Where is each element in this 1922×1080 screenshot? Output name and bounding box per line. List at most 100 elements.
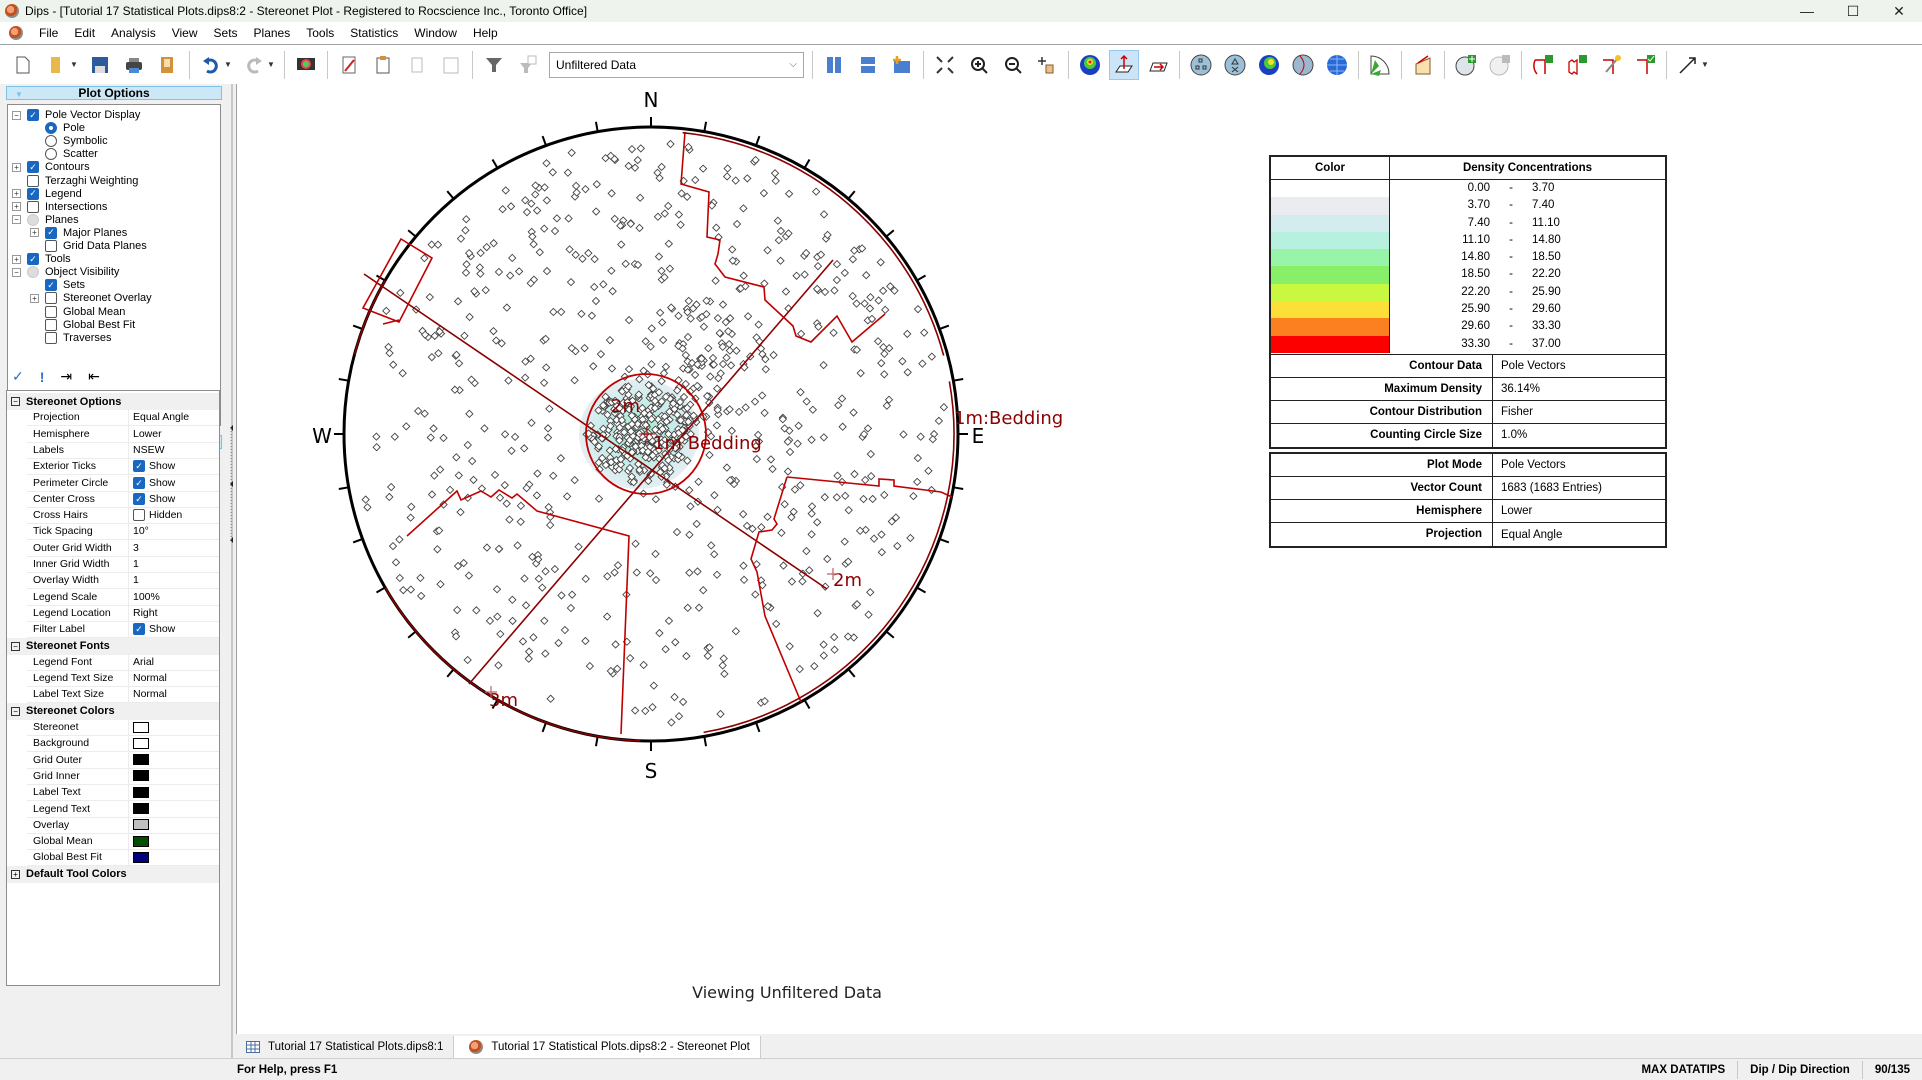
property-value[interactable]: Normal [129, 670, 219, 686]
stereonet-canvas[interactable]: N S E W 1m:Bedding 1m Bedding 2m 2m 3m Color Den… [236, 84, 1922, 1034]
color-swatch[interactable] [133, 835, 149, 847]
property-value[interactable]: ✓ Show [129, 475, 219, 491]
auto-set-button[interactable] [1596, 50, 1626, 80]
property-inner-grid-width[interactable]: Inner Grid Width 1 [27, 556, 219, 573]
color-swatch[interactable] [133, 786, 149, 798]
major-planes-button[interactable] [1288, 50, 1318, 80]
export-settings-icon[interactable]: ⇥ [60, 368, 72, 385]
checkbox[interactable]: ✓ [133, 476, 145, 489]
menu-file[interactable]: File [31, 26, 66, 40]
add-tool-button[interactable] [1451, 50, 1481, 80]
dip-vector-button[interactable] [1143, 50, 1173, 80]
property-filter-label[interactable]: Filter Label ✓ Show [27, 621, 219, 639]
clipboard-button[interactable] [368, 50, 398, 80]
zoom-out-button[interactable] [998, 50, 1028, 80]
property-background[interactable]: Background [27, 735, 219, 753]
collapse-icon[interactable]: − [11, 641, 20, 651]
property-grid-inner[interactable]: Grid Inner [27, 767, 219, 785]
property-label-text[interactable]: Label Text [27, 784, 219, 802]
undo-button[interactable] [196, 50, 226, 80]
color-swatch[interactable] [133, 770, 149, 782]
menu-sets[interactable]: Sets [206, 26, 246, 40]
category-stereonet-options[interactable]: − Stereonet Options [7, 393, 219, 410]
minimize-button[interactable]: — [1784, 0, 1830, 22]
open-button[interactable] [42, 50, 72, 80]
property-global-best-fit[interactable]: Global Best Fit [27, 849, 219, 867]
property-center-cross[interactable]: Center Cross ✓ Show [27, 490, 219, 508]
add-plane-button[interactable] [1408, 50, 1438, 80]
tile-horizontal-button[interactable] [853, 50, 883, 80]
checkbox[interactable] [45, 331, 57, 344]
filter-button[interactable] [479, 50, 509, 80]
menu-help[interactable]: Help [465, 26, 506, 40]
expand-icon[interactable]: + [12, 189, 21, 199]
property-outer-grid-width[interactable]: Outer Grid Width 3 [27, 539, 219, 557]
property-value[interactable]: 1 [129, 572, 219, 588]
menu-tools[interactable]: Tools [298, 26, 342, 40]
filter-select[interactable]: Unfiltered Data ⌵ [549, 51, 804, 78]
import-settings-icon[interactable]: ⇤ [88, 368, 100, 385]
property-label-text-size[interactable]: Label Text Size Normal [27, 686, 219, 704]
tile-vertical-button[interactable] [819, 50, 849, 80]
property-overlay-width[interactable]: Overlay Width 1 [27, 572, 219, 590]
property-value[interactable] [129, 849, 219, 865]
warning-icon[interactable]: ! [40, 369, 45, 385]
property-value[interactable]: Arial [129, 654, 219, 670]
color-swatch[interactable] [133, 754, 149, 766]
property-value[interactable]: ✓ Show [129, 458, 219, 474]
tree-item-traverses[interactable]: Traverses [30, 330, 112, 346]
property-stereonet[interactable]: Stereonet [27, 719, 219, 736]
property-global-mean[interactable]: Global Mean [27, 833, 219, 851]
color-swatch[interactable] [133, 851, 149, 863]
property-value[interactable]: 1 [129, 556, 219, 572]
symbolic-plot-button[interactable] [1220, 50, 1250, 80]
expand-icon[interactable]: + [12, 202, 21, 212]
property-projection[interactable]: Projection Equal Angle [27, 409, 219, 427]
edit-set-button[interactable] [1630, 50, 1660, 80]
property-value[interactable]: Right [129, 605, 219, 621]
arrow-dropdown-icon[interactable]: ▼ [1701, 60, 1710, 69]
property-tick-spacing[interactable]: Tick Spacing 10° [27, 523, 219, 541]
property-grid-outer[interactable]: Grid Outer [27, 751, 219, 769]
tab-spreadsheet[interactable]: Tutorial 17 Statistical Plots.dips8:1 [236, 1036, 454, 1058]
property-value[interactable]: NSEW [129, 442, 219, 458]
property-value[interactable]: Normal [129, 686, 219, 702]
property-value[interactable]: 10° [129, 523, 219, 539]
checkbox[interactable] [133, 509, 145, 522]
property-value[interactable]: ✓ Show [129, 621, 219, 637]
redo-dropdown-icon[interactable]: ▼ [267, 60, 276, 69]
checkbox[interactable]: ✓ [133, 623, 145, 636]
property-legend-font[interactable]: Legend Font Arial [27, 653, 219, 671]
property-overlay[interactable]: Overlay [27, 816, 219, 834]
filter-options-button[interactable] [513, 50, 543, 80]
stereonet-overlay-button[interactable] [1322, 50, 1352, 80]
color-swatch[interactable] [133, 737, 149, 749]
property-legend-location[interactable]: Legend Location Right [27, 604, 219, 622]
edit-button[interactable] [334, 50, 364, 80]
property-value[interactable] [129, 719, 219, 735]
menu-view[interactable]: View [164, 26, 206, 40]
add-tool-gray-button[interactable] [1485, 50, 1515, 80]
property-value[interactable] [129, 768, 219, 784]
property-value[interactable]: Hidden [129, 507, 219, 523]
contour-plot-button[interactable] [1075, 50, 1105, 80]
zoom-in-button[interactable] [964, 50, 994, 80]
property-value[interactable] [129, 833, 219, 849]
category-stereonet-colors[interactable]: − Stereonet Colors [7, 702, 219, 720]
plot-options-header[interactable]: ▼ Plot Options [6, 86, 222, 100]
tab-stereonet-plot[interactable]: Tutorial 17 Statistical Plots.dips8:2 - … [453, 1036, 761, 1058]
collapse-icon[interactable]: − [12, 110, 21, 120]
apply-check-icon[interactable]: ✓ [12, 368, 24, 385]
expand-icon[interactable]: + [12, 254, 21, 264]
paste-button[interactable] [436, 50, 466, 80]
menu-edit[interactable]: Edit [66, 26, 103, 40]
arrow-tool-button[interactable] [1673, 50, 1703, 80]
expand-icon[interactable]: + [11, 869, 20, 879]
print-button[interactable] [119, 50, 149, 80]
expand-icon[interactable]: + [12, 162, 21, 172]
display-options-button[interactable] [291, 50, 321, 80]
category-stereonet-fonts[interactable]: − Stereonet Fonts [7, 637, 219, 655]
property-value[interactable] [129, 735, 219, 751]
property-value[interactable]: 3 [129, 540, 219, 556]
zoom-extents-button[interactable] [930, 50, 960, 80]
